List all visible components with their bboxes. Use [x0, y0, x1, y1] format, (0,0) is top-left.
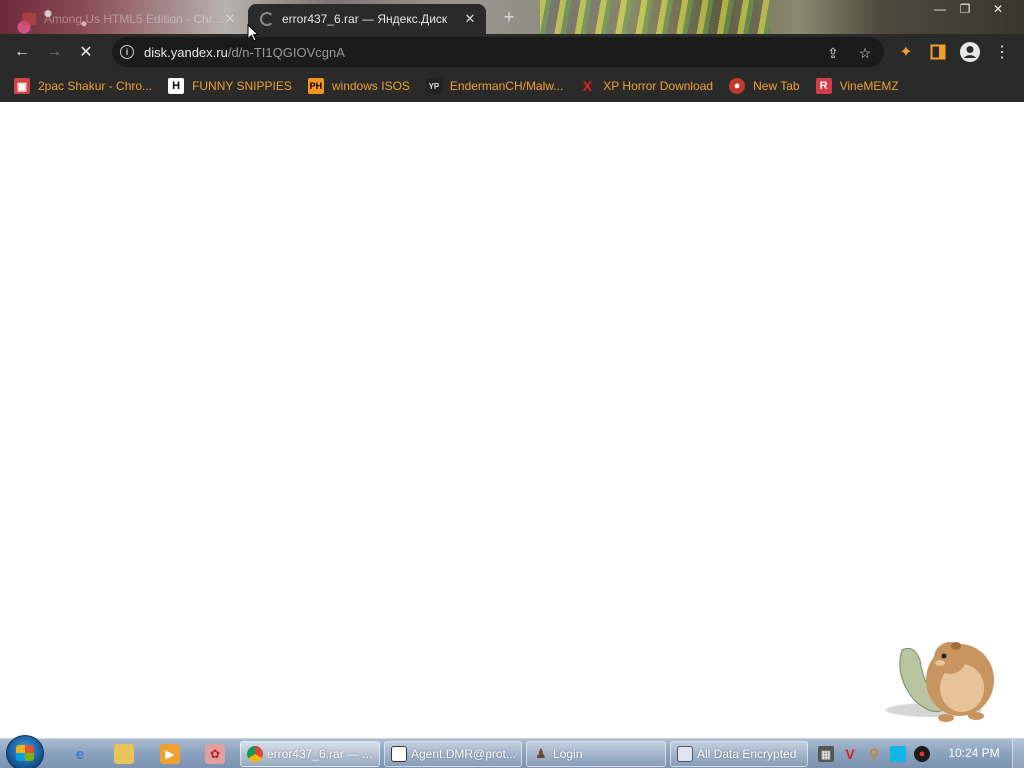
new-tab-plus-icon[interactable]: + — [500, 8, 518, 26]
profile-avatar-icon[interactable] — [958, 40, 982, 64]
bookmark-new-tab[interactable]: ● New Tab — [729, 74, 800, 98]
red-robot-icon: ● — [729, 78, 746, 94]
bookmark-label: FUNNY SNIPPIES — [192, 79, 292, 93]
taskbar-item-all-data-encrypted[interactable]: All Data Encrypted — [670, 741, 808, 767]
tray-record-icon[interactable]: ● — [914, 746, 930, 762]
minimize-icon[interactable]: — — [927, 0, 953, 18]
ph-logo-icon: PH — [307, 78, 324, 94]
window-close-icon[interactable]: ✕ — [985, 0, 1011, 18]
taskbar-clock[interactable]: 10:24 PM — [944, 746, 1004, 760]
bookmark-label: 2pac Shakur - Chro... — [38, 79, 153, 93]
r-red-icon: R — [815, 78, 832, 94]
tray-search-icon[interactable]: ⚲ — [866, 746, 882, 762]
menu-kebab-icon[interactable]: ⋮ — [990, 40, 1014, 64]
taskbar-item-label: All Data Encrypted — [697, 747, 797, 761]
page-content — [0, 102, 1024, 738]
bookmark-windows-isos[interactable]: PH windows ISOS — [307, 74, 410, 98]
taskbar-item-label: Login — [553, 747, 583, 761]
url-text[interactable]: disk.yandex.ru/d/n-TI1QGIOVcgnA — [144, 45, 345, 60]
start-orb-icon[interactable] — [6, 735, 44, 768]
bookmark-funny-snippies[interactable]: H FUNNY SNIPPIES — [168, 74, 292, 98]
bookmark-2pac[interactable]: ▣ 2pac Shakur - Chro... — [14, 74, 152, 98]
bookmark-label: XP Horror Download — [603, 79, 714, 93]
side-panel-icon-graphic — [930, 44, 946, 60]
site-info-icon[interactable]: i — [120, 45, 134, 59]
dialog-icon — [677, 746, 693, 762]
tab-favicon-icon — [22, 13, 36, 25]
forward-arrow-icon[interactable]: → — [42, 40, 66, 64]
tab-title: Among Us HTML5 Edition - Chr... — [44, 12, 222, 26]
tab-yandex-disk[interactable]: error437_6.rar — Яндекс.Диск ✕ — [248, 4, 486, 34]
mouse-cursor-icon — [247, 24, 259, 42]
windows-taskbar: e ▶ ✿ error437_6.rar — ... Agent.DMR@pro… — [0, 735, 1024, 768]
bag-icon: ▣ — [14, 78, 30, 94]
bookmark-endermanch[interactable]: YP EndermanCH/Malw... — [425, 74, 564, 98]
bookmark-vinememz[interactable]: R VineMEMZ — [815, 74, 899, 98]
taskbar-item-label: Agent.DMR@prot... — [411, 747, 516, 761]
close-icon[interactable]: ✕ — [462, 11, 478, 27]
tray-network-icon[interactable]: ▦ — [818, 746, 834, 762]
loading-spinner-icon — [260, 12, 274, 26]
yp-logo-icon: YP — [425, 78, 442, 94]
back-arrow-icon[interactable]: ← — [10, 40, 34, 64]
url-domain: disk.yandex.ru — [144, 44, 228, 60]
stop-loading-icon[interactable]: ✕ — [74, 40, 98, 64]
bookmark-star-icon[interactable]: ☆ — [856, 44, 874, 62]
url-path: /d/n-TI1QGIOVcgnA — [227, 44, 345, 60]
screen: Among Us HTML5 Edition - Chr... ✕ error4… — [0, 0, 1024, 768]
window-app-icon — [391, 746, 407, 762]
bookmark-label: VineMEMZ — [839, 79, 899, 93]
show-desktop-button[interactable] — [1012, 739, 1024, 768]
theme-decoration — [540, 0, 770, 34]
chrome-icon — [247, 746, 263, 762]
profile-avatar-graphic — [960, 42, 980, 62]
bookmark-label: windows ISOS — [331, 79, 410, 93]
user-login-icon: ♟ — [535, 746, 547, 761]
h-letter-icon: H — [168, 78, 185, 94]
close-icon[interactable]: ✕ — [222, 11, 238, 27]
media-player-icon[interactable]: ▶ — [160, 744, 180, 764]
taskbar-item-label: error437_6.rar — ... — [267, 747, 373, 761]
hamster-desktop-pet-icon[interactable] — [884, 630, 1002, 722]
tab-among-us[interactable]: Among Us HTML5 Edition - Chr... ✕ — [14, 4, 246, 34]
tab-title: error437_6.rar — Яндекс.Диск — [282, 12, 448, 26]
tray-v-antivirus-icon[interactable]: V — [842, 746, 858, 762]
bookmark-label: EndermanCH/Malw... — [449, 79, 564, 93]
bookmarks-bar: ▣ 2pac Shakur - Chro... H FUNNY SNIPPIES… — [0, 70, 1024, 102]
browser-toolbar: ← → ✕ i disk.yandex.ru/d/n-TI1QGIOVcgnA … — [0, 34, 1024, 70]
taskbar-item-agent[interactable]: Agent.DMR@prot... — [384, 741, 522, 767]
tray-display-icon[interactable] — [890, 746, 906, 762]
bookmark-label: New Tab — [753, 79, 800, 93]
taskbar-item-chrome[interactable]: error437_6.rar — ... — [240, 741, 380, 767]
fox-app-icon[interactable]: ✿ — [205, 744, 225, 764]
extensions-puzzle-icon[interactable]: ✦ — [894, 40, 918, 64]
share-icon[interactable]: ⇪ — [824, 44, 842, 62]
address-bar[interactable]: i disk.yandex.ru/d/n-TI1QGIOVcgnA ⇪ ☆ — [112, 37, 884, 67]
internet-explorer-icon[interactable]: e — [70, 744, 90, 764]
tab-strip: Among Us HTML5 Edition - Chr... ✕ error4… — [0, 0, 1024, 34]
side-panel-icon[interactable] — [926, 40, 950, 64]
taskbar-item-login[interactable]: ♟ Login — [526, 741, 666, 767]
bookmark-xp-horror[interactable]: X XP Horror Download — [579, 74, 714, 98]
x-red-icon: X — [582, 78, 592, 94]
explorer-folder-icon[interactable] — [114, 744, 134, 764]
restore-icon[interactable]: ❐ — [952, 0, 978, 18]
